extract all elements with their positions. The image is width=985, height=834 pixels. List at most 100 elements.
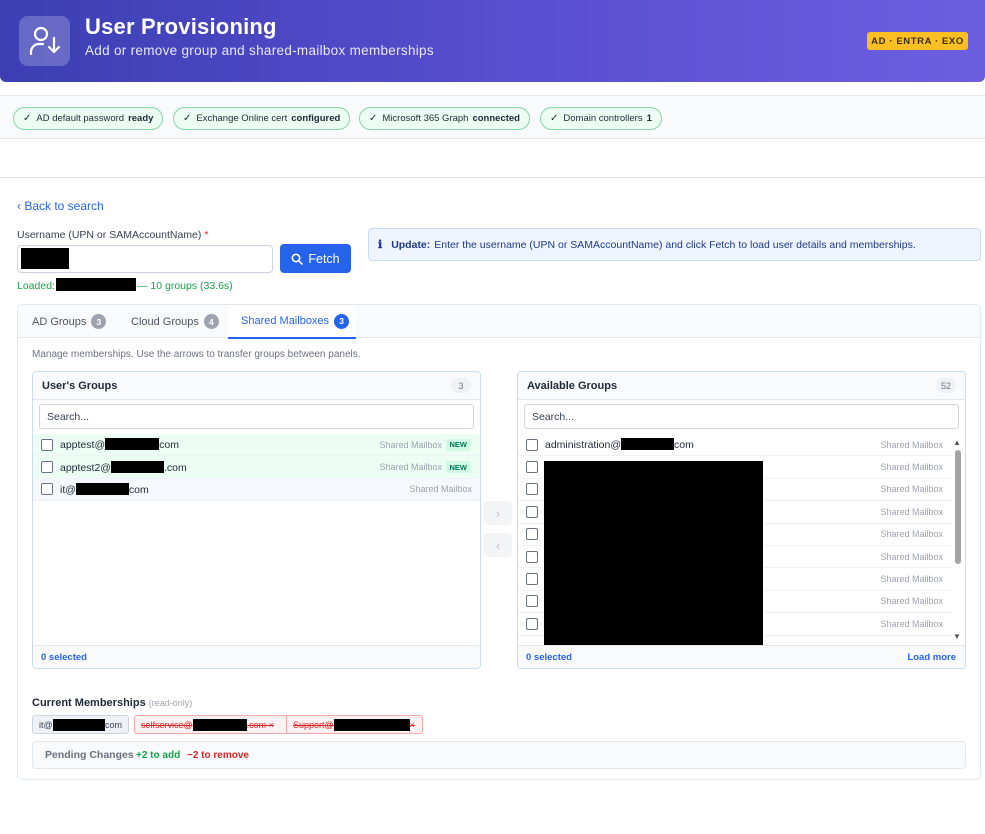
- membership-chip: it@ com: [32, 715, 129, 734]
- read-only-note: (read-only): [148, 698, 193, 708]
- panel-header: Available Groups 52: [518, 372, 965, 400]
- new-badge: NEW: [445, 438, 471, 451]
- row-type: Shared Mailbox: [880, 618, 943, 629]
- tab-count-badge: 3: [334, 313, 350, 329]
- row-checkbox[interactable]: [526, 461, 538, 474]
- check-icon: ✓: [369, 113, 378, 124]
- row-checkbox[interactable]: [526, 595, 538, 608]
- row-type: Shared Mailbox: [409, 484, 472, 495]
- row-checkbox[interactable]: [526, 617, 538, 630]
- redacted-value: [21, 248, 69, 269]
- update-info-box: ℹ Update: Enter the username (UPN or SAM…: [368, 228, 981, 261]
- status-value: connected: [472, 113, 520, 124]
- row-type: Shared Mailbox: [880, 506, 943, 517]
- row-label-suffix: com: [674, 439, 694, 452]
- info-icon: ℹ: [378, 239, 383, 251]
- list-item[interactable]: it@ com Shared Mailbox: [33, 478, 480, 502]
- row-label: apptest@ com: [60, 438, 179, 451]
- scrollbar-thumb[interactable]: [955, 450, 961, 564]
- status-label: Exchange Online cert: [196, 113, 288, 124]
- pending-changes-bar: Pending Changes +2 to add −2 to remove: [32, 741, 966, 769]
- check-icon: ✓: [23, 113, 32, 124]
- selected-count: 0 selected: [41, 652, 87, 663]
- fetch-button[interactable]: Fetch: [280, 244, 351, 273]
- redacted-domain: [333, 718, 410, 731]
- tab-label: Shared Mailboxes: [241, 315, 330, 327]
- chip-prefix: selfservice@: [141, 719, 193, 730]
- redacted-domain: [52, 718, 105, 731]
- status-pill-ad-password: ✓ AD default password ready: [13, 107, 164, 130]
- row-type: Shared Mailbox: [379, 439, 442, 450]
- list-item[interactable]: administration@ com Shared Mailbox: [518, 434, 952, 457]
- user-download-icon: [19, 16, 70, 66]
- username-input[interactable]: [17, 245, 273, 273]
- instructions-text: Manage memberships. Use the arrows to tr…: [32, 349, 361, 360]
- panel-footer: 0 selected Load more: [518, 645, 965, 668]
- back-to-search-link[interactable]: ‹ Back to search: [17, 199, 104, 213]
- chip-prefix: it@: [39, 719, 53, 730]
- row-checkbox[interactable]: [526, 528, 538, 541]
- row-type: Shared Mailbox: [379, 462, 442, 473]
- redacted-block: [544, 461, 763, 646]
- tab-cloud-groups[interactable]: Cloud Groups 4: [131, 305, 219, 338]
- users-groups-search-input[interactable]: Search...: [39, 404, 474, 429]
- pending-title: Pending Changes: [45, 749, 134, 761]
- status-value: configured: [291, 113, 341, 124]
- panel-count-badge: 3: [451, 378, 471, 393]
- users-groups-list: apptest@ com Shared Mailbox NEW apptest2@…: [33, 434, 480, 502]
- list-item[interactable]: apptest2@ .com Shared Mailbox NEW: [33, 456, 480, 479]
- search-icon: [291, 252, 304, 265]
- move-right-button[interactable]: ›: [484, 501, 512, 525]
- status-label: Microsoft 365 Graph: [382, 113, 469, 124]
- row-label-prefix: it@: [60, 483, 76, 496]
- row-type: Shared Mailbox: [880, 484, 943, 495]
- tab-count-badge: 4: [203, 314, 219, 329]
- membership-chip-removed[interactable]: selfservice@ .com ×: [134, 715, 298, 734]
- row-checkbox[interactable]: [526, 438, 538, 451]
- selected-count: 0 selected: [526, 652, 572, 663]
- new-badge: NEW: [445, 461, 471, 474]
- loaded-prefix: Loaded:: [17, 280, 55, 292]
- redacted-domain: [105, 438, 160, 451]
- scroll-down-icon[interactable]: ▼: [953, 632, 961, 641]
- membership-chip-removed[interactable]: Support@ ×: [286, 715, 423, 734]
- section-title: Current Memberships: [32, 697, 146, 709]
- available-groups-search-input[interactable]: Search...: [524, 404, 959, 429]
- row-checkbox[interactable]: [41, 483, 53, 496]
- row-label: it@ com: [60, 482, 149, 496]
- status-label: Domain controllers: [563, 113, 643, 124]
- chip-prefix: Support@: [293, 719, 334, 730]
- tab-ad-groups[interactable]: AD Groups 3: [32, 305, 107, 338]
- status-value: ready: [128, 113, 154, 124]
- page-title: User Provisioning: [85, 14, 277, 39]
- row-checkbox[interactable]: [41, 438, 53, 451]
- list-item[interactable]: apptest@ com Shared Mailbox NEW: [33, 434, 480, 457]
- panel-title: Available Groups: [527, 380, 618, 392]
- row-label-prefix: apptest2@: [60, 461, 111, 474]
- status-value: 1: [646, 113, 652, 124]
- check-icon: ✓: [183, 113, 192, 124]
- available-groups-panel: Available Groups 52 Search... administra…: [517, 371, 966, 669]
- current-memberships-title: Current Memberships (read-only): [32, 697, 192, 709]
- row-checkbox[interactable]: [526, 505, 538, 518]
- redacted-domain: [110, 460, 164, 473]
- app-header: User Provisioning Add or remove group an…: [0, 0, 985, 82]
- row-type: Shared Mailbox: [880, 439, 943, 450]
- chip-suffix: ×: [409, 719, 415, 730]
- load-more-link[interactable]: Load more: [907, 652, 956, 663]
- scrollbar[interactable]: ▲ ▼: [952, 434, 963, 646]
- row-label-suffix: com: [159, 439, 179, 452]
- row-checkbox[interactable]: [526, 550, 538, 563]
- panel-title: User's Groups: [42, 380, 118, 392]
- row-checkbox[interactable]: [526, 573, 538, 586]
- move-left-button[interactable]: ‹: [484, 533, 512, 557]
- redacted-domain: [192, 718, 247, 731]
- redacted-domain: [75, 482, 129, 495]
- tab-shared-mailboxes[interactable]: Shared Mailboxes 3: [228, 305, 356, 339]
- row-checkbox[interactable]: [526, 483, 538, 496]
- memberships-card: AD Groups 3 Cloud Groups 4 Shared Mailbo…: [17, 304, 981, 780]
- row-label-suffix: com: [128, 483, 149, 496]
- scroll-up-icon[interactable]: ▲: [953, 438, 961, 447]
- pending-remove-count: −2 to remove: [187, 750, 249, 761]
- row-checkbox[interactable]: [41, 461, 53, 474]
